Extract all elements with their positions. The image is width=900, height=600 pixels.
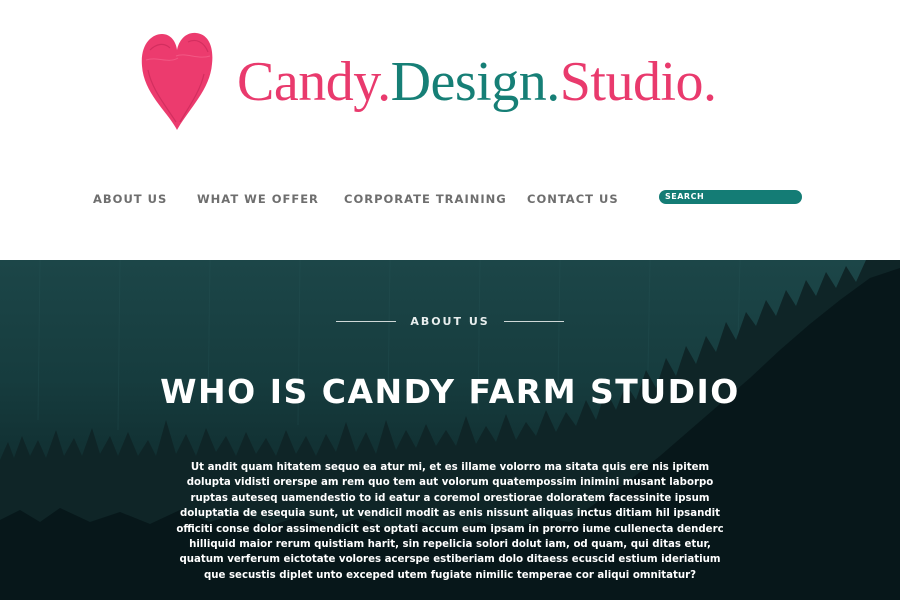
eyebrow-divider-left	[336, 320, 397, 322]
heart-icon	[141, 32, 213, 130]
nav-item-about-us[interactable]: ABOUT US	[93, 190, 167, 208]
eyebrow-divider-right	[503, 320, 564, 322]
brand-part-studio: Studio.	[559, 51, 717, 113]
section-eyebrow: ABOUT US	[0, 312, 900, 330]
brand-part-candy: Candy.	[237, 51, 391, 113]
eyebrow-label: ABOUT US	[410, 314, 490, 328]
hero-title: WHO IS CANDY FARM STUDIO	[160, 372, 740, 411]
hero-body-text: Ut andit quam hitatem sequo ea atur mi, …	[176, 462, 724, 581]
site-header: Candy.Design.Studio. ABOUT US WHAT WE OF…	[0, 0, 900, 260]
nav-item-contact-us[interactable]: CONTACT US	[527, 190, 619, 208]
brand-part-design: Design.	[390, 51, 561, 113]
nav-item-what-we-offer[interactable]: WHAT WE OFFER	[197, 190, 319, 208]
nav-item-corporate-training[interactable]: CORPORATE TRAINING	[344, 190, 507, 208]
search-input[interactable]	[659, 190, 802, 204]
brand-wordmark[interactable]: Candy.Design.Studio.	[237, 50, 717, 114]
